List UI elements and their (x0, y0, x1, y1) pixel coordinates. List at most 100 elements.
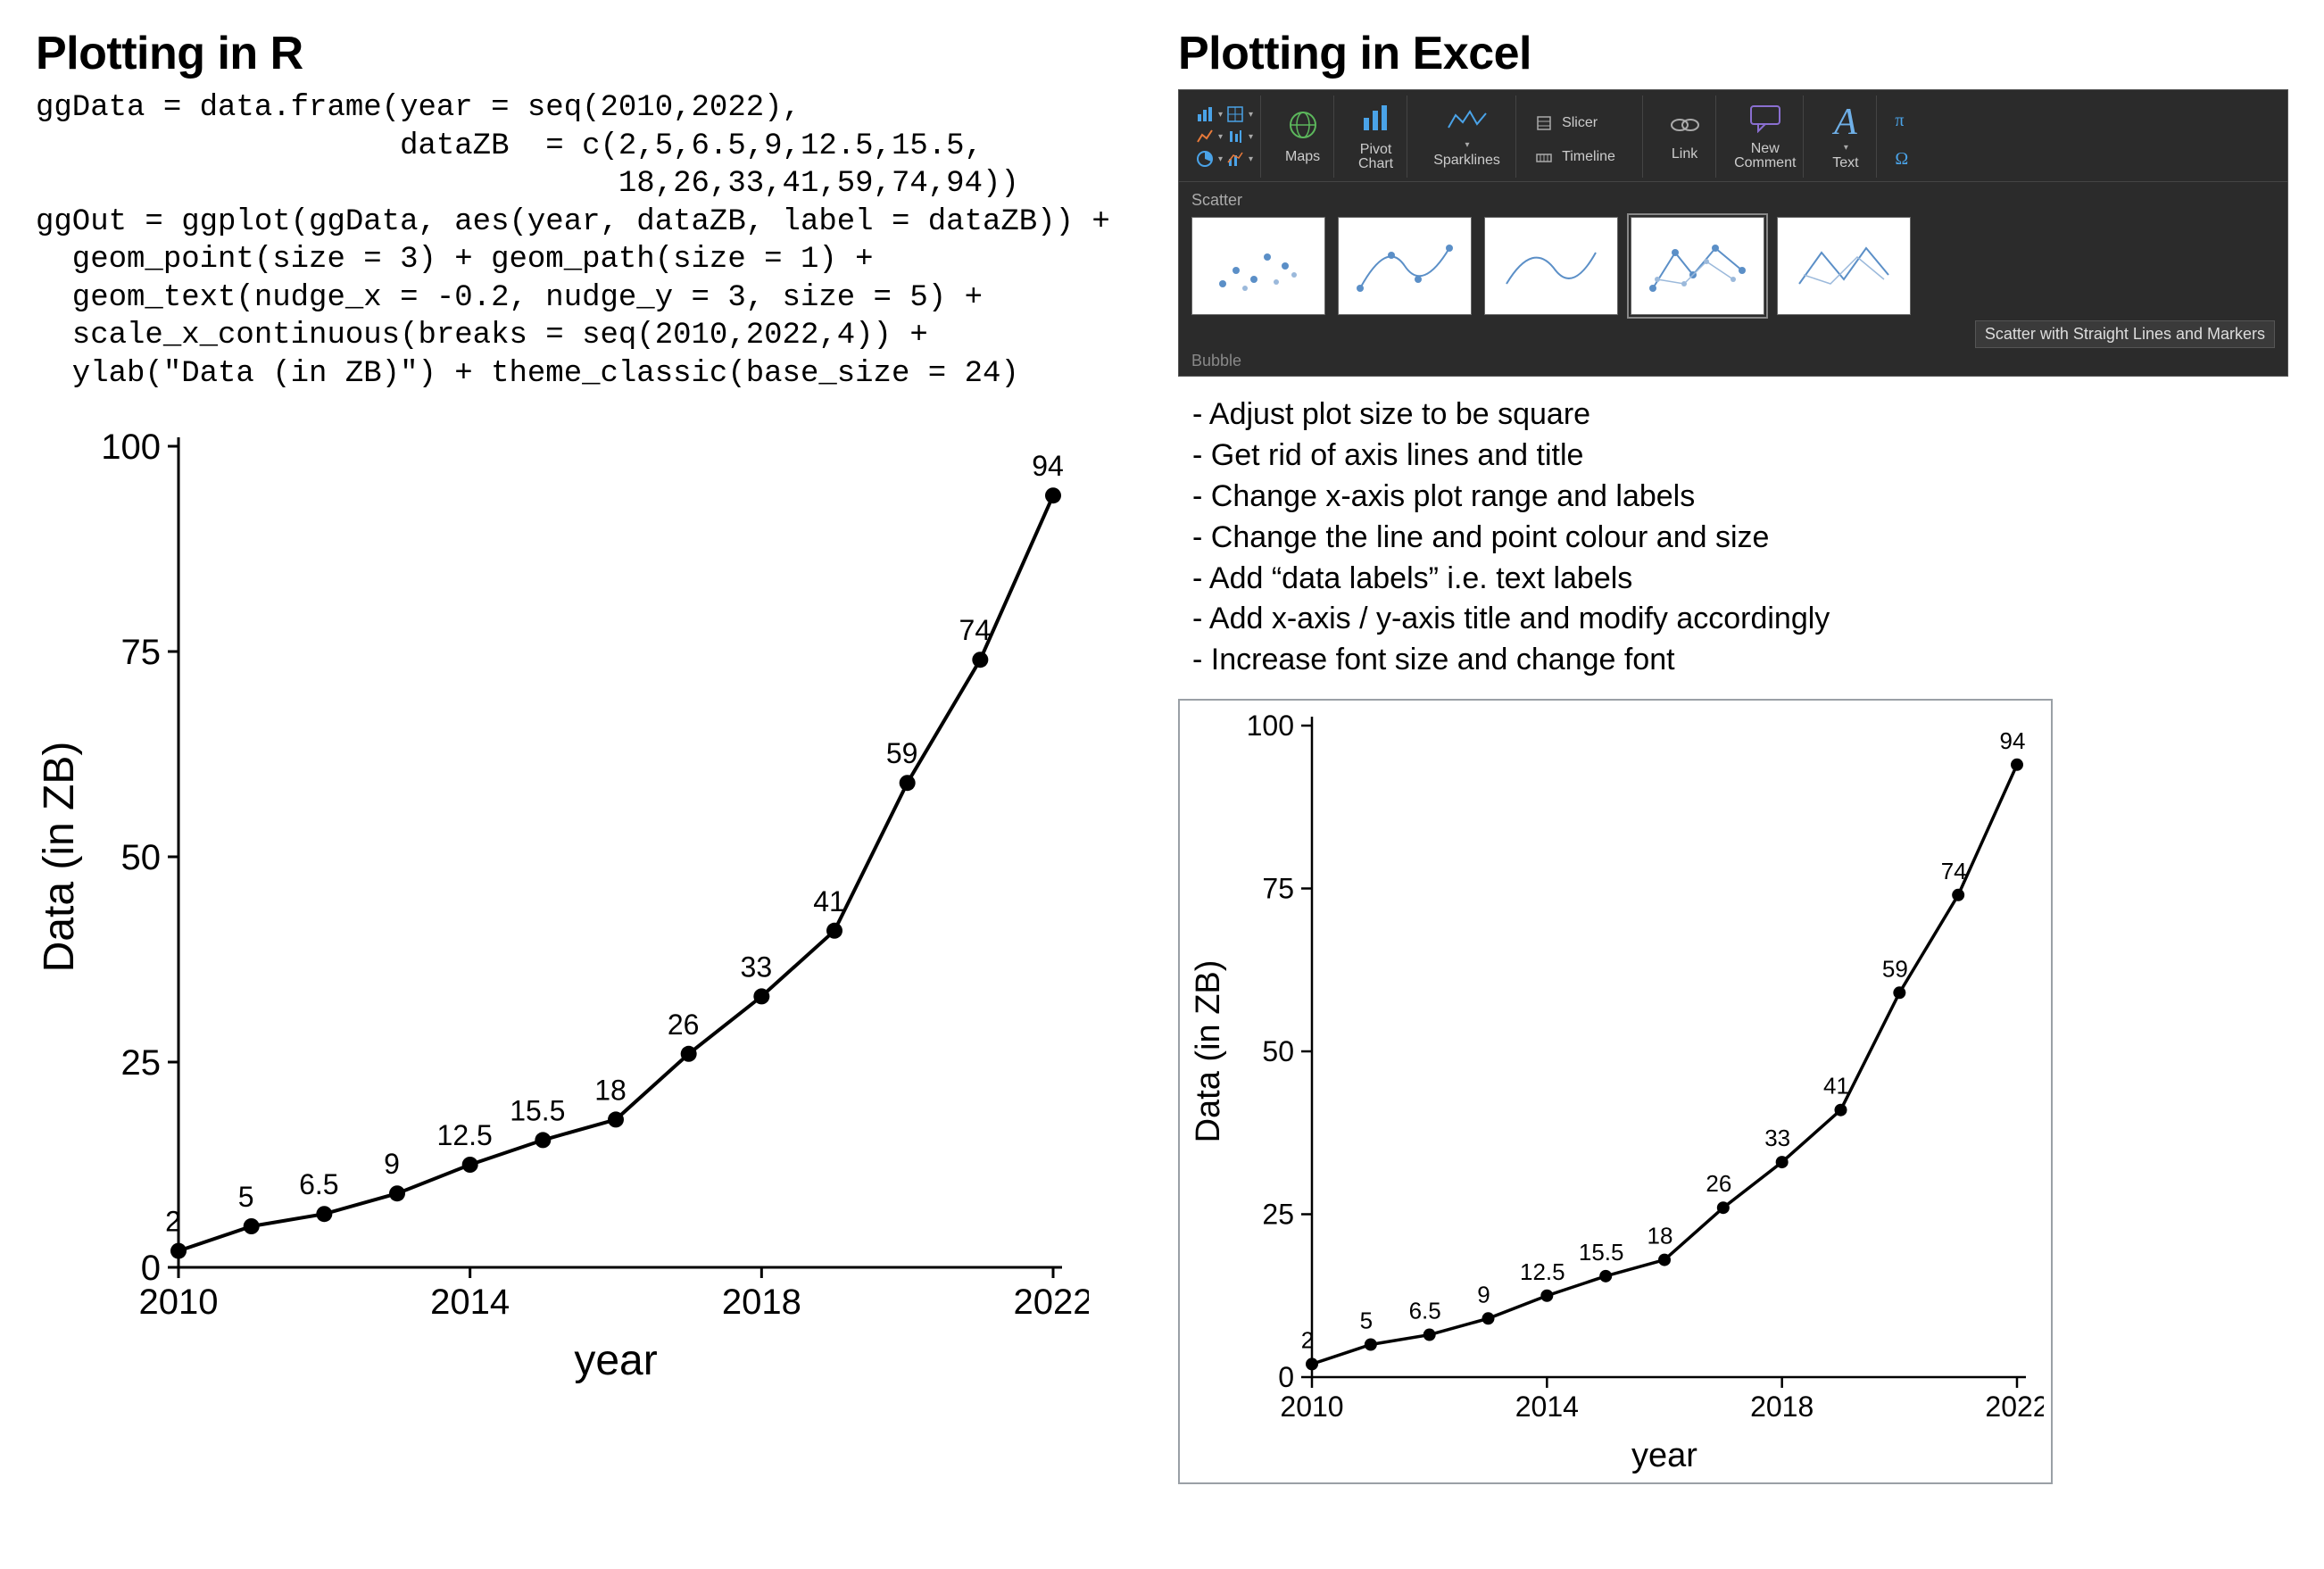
r-plot: 02550751002010201420182022256.5912.515.5… (36, 419, 1125, 1383)
svg-text:2022: 2022 (1014, 1283, 1089, 1322)
svg-text:59: 59 (886, 737, 918, 769)
svg-text:33: 33 (1764, 1125, 1790, 1151)
svg-text:26: 26 (1706, 1170, 1731, 1197)
omega-icon: Ω (1895, 149, 1908, 170)
globe-icon (1287, 109, 1319, 146)
ribbon-group-symbols: π Ω (1888, 95, 1932, 178)
excel-plot-frame: 02550751002010201420182022256.5912.515.5… (1178, 699, 2053, 1484)
excel-plot-svg: 02550751002010201420182022256.5912.515.5… (1187, 708, 2044, 1475)
timeline-button[interactable]: Timeline (1534, 147, 1615, 167)
svg-text:25: 25 (121, 1043, 162, 1083)
slicer-button[interactable]: Slicer (1534, 113, 1598, 133)
ribbon-group-filters: Slicer Timeline (1527, 95, 1643, 178)
ribbon-group-maps[interactable]: Maps (1272, 95, 1334, 178)
svg-text:41: 41 (813, 885, 845, 917)
heading-plotting-r: Plotting in R (36, 27, 1125, 80)
excel-step: Get rid of axis lines and title (1192, 436, 2288, 477)
sparkline-icon (1447, 106, 1488, 138)
slicer-icon (1534, 113, 1554, 133)
svg-text:74: 74 (959, 614, 992, 646)
chevron-down-icon: ▾ (1218, 132, 1223, 142)
svg-text:41: 41 (1823, 1073, 1849, 1100)
svg-text:2014: 2014 (430, 1283, 510, 1322)
svg-text:12.5: 12.5 (437, 1119, 493, 1151)
symbol-button[interactable]: Ω (1895, 149, 1908, 170)
scatter-thumb-straight[interactable] (1777, 217, 1911, 315)
comment-icon (1747, 103, 1783, 138)
chevron-down-icon: ▾ (1218, 154, 1223, 164)
svg-text:59: 59 (1882, 956, 1908, 983)
excel-step: Adjust plot size to be square (1192, 394, 2288, 436)
pie-chart-icon[interactable] (1195, 149, 1215, 169)
svg-text:26: 26 (668, 1009, 700, 1041)
excel-steps-list: Adjust plot size to be squareGet rid of … (1192, 394, 2288, 681)
svg-text:15.5: 15.5 (510, 1094, 565, 1126)
equation-button[interactable]: π (1895, 111, 1904, 131)
svg-text:9: 9 (384, 1148, 400, 1180)
svg-text:year: year (574, 1337, 657, 1383)
svg-text:18: 18 (594, 1074, 627, 1106)
ribbon-label: New Comment (1734, 142, 1796, 170)
scatter-thumb-straight-markers[interactable] (1631, 217, 1764, 315)
scatter-thumb-smooth[interactable] (1484, 217, 1618, 315)
ribbon-label: Link (1672, 147, 1697, 162)
scatter-thumb-markers[interactable] (1191, 217, 1325, 315)
svg-text:9: 9 (1477, 1282, 1490, 1308)
chevron-down-icon: ▾ (1249, 132, 1253, 142)
chevron-down-icon: ▾ (1249, 110, 1253, 120)
excel-step: Change the line and point colour and siz… (1192, 518, 2288, 559)
svg-text:year: year (1631, 1437, 1697, 1474)
bar-chart-icon[interactable] (1195, 104, 1215, 124)
svg-text:100: 100 (1247, 710, 1294, 742)
excel-ribbon: ▾ ▾ ▾ ▾ (1178, 89, 2288, 377)
ribbon-group-charts: ▾ ▾ ▾ ▾ (1188, 95, 1261, 178)
chevron-down-icon: ▾ (1465, 140, 1470, 150)
ribbon-top-row: ▾ ▾ ▾ ▾ (1179, 90, 2287, 182)
svg-text:50: 50 (1262, 1035, 1294, 1067)
map-chart-icon[interactable] (1225, 104, 1245, 124)
ribbon-group-sparklines[interactable]: ▾ Sparklines (1418, 95, 1516, 178)
r-plot-svg: 02550751002010201420182022256.5912.515.5… (36, 419, 1089, 1383)
ribbon-group-link[interactable]: Link (1654, 95, 1716, 178)
ribbon-label: Text (1832, 156, 1858, 170)
line-chart-icon[interactable] (1195, 127, 1215, 146)
scatter-gallery: Scatter (1179, 182, 2287, 376)
ribbon-label: Slicer (1562, 116, 1598, 130)
svg-text:0: 0 (1278, 1361, 1294, 1393)
svg-text:94: 94 (2000, 727, 2026, 754)
combo-chart-icon[interactable] (1225, 149, 1245, 169)
svg-text:2022: 2022 (1985, 1391, 2044, 1423)
svg-text:2010: 2010 (1280, 1391, 1343, 1423)
svg-text:25: 25 (1262, 1199, 1294, 1231)
svg-text:18: 18 (1648, 1223, 1673, 1249)
text-icon: A (1834, 104, 1857, 141)
ribbon-group-pivotchart[interactable]: Pivot Chart (1345, 95, 1407, 178)
stock-chart-icon[interactable] (1225, 127, 1245, 146)
svg-text:5: 5 (238, 1181, 254, 1213)
timeline-icon (1534, 147, 1554, 167)
r-code-block: ggData = data.frame(year = seq(2010,2022… (36, 89, 1125, 393)
svg-text:15.5: 15.5 (1579, 1239, 1624, 1266)
ribbon-group-comment[interactable]: New Comment (1727, 95, 1804, 178)
svg-text:50: 50 (121, 838, 162, 877)
gallery-tooltip: Scatter with Straight Lines and Markers (1975, 320, 2275, 348)
svg-text:2: 2 (165, 1206, 181, 1238)
ribbon-label: Maps (1285, 150, 1320, 164)
scatter-thumb-smooth-markers[interactable] (1338, 217, 1472, 315)
chevron-down-icon: ▾ (1218, 110, 1223, 120)
excel-step: Change x-axis plot range and labels (1192, 477, 2288, 518)
svg-text:33: 33 (741, 951, 773, 983)
gallery-footer: Bubble (1191, 352, 2275, 370)
svg-text:12.5: 12.5 (1520, 1258, 1565, 1285)
svg-text:2: 2 (1301, 1327, 1314, 1354)
svg-text:74: 74 (1941, 858, 1967, 884)
ribbon-group-text[interactable]: A ▾ Text (1814, 95, 1877, 178)
gallery-title: Scatter (1191, 191, 2275, 210)
excel-step: Add “data labels” i.e. text labels (1192, 559, 2288, 600)
chevron-down-icon: ▾ (1844, 143, 1848, 153)
svg-text:75: 75 (1262, 873, 1294, 905)
heading-plotting-excel: Plotting in Excel (1178, 27, 2288, 80)
svg-text:6.5: 6.5 (299, 1168, 338, 1200)
pivot-chart-icon (1360, 102, 1392, 139)
svg-text:100: 100 (101, 428, 161, 467)
